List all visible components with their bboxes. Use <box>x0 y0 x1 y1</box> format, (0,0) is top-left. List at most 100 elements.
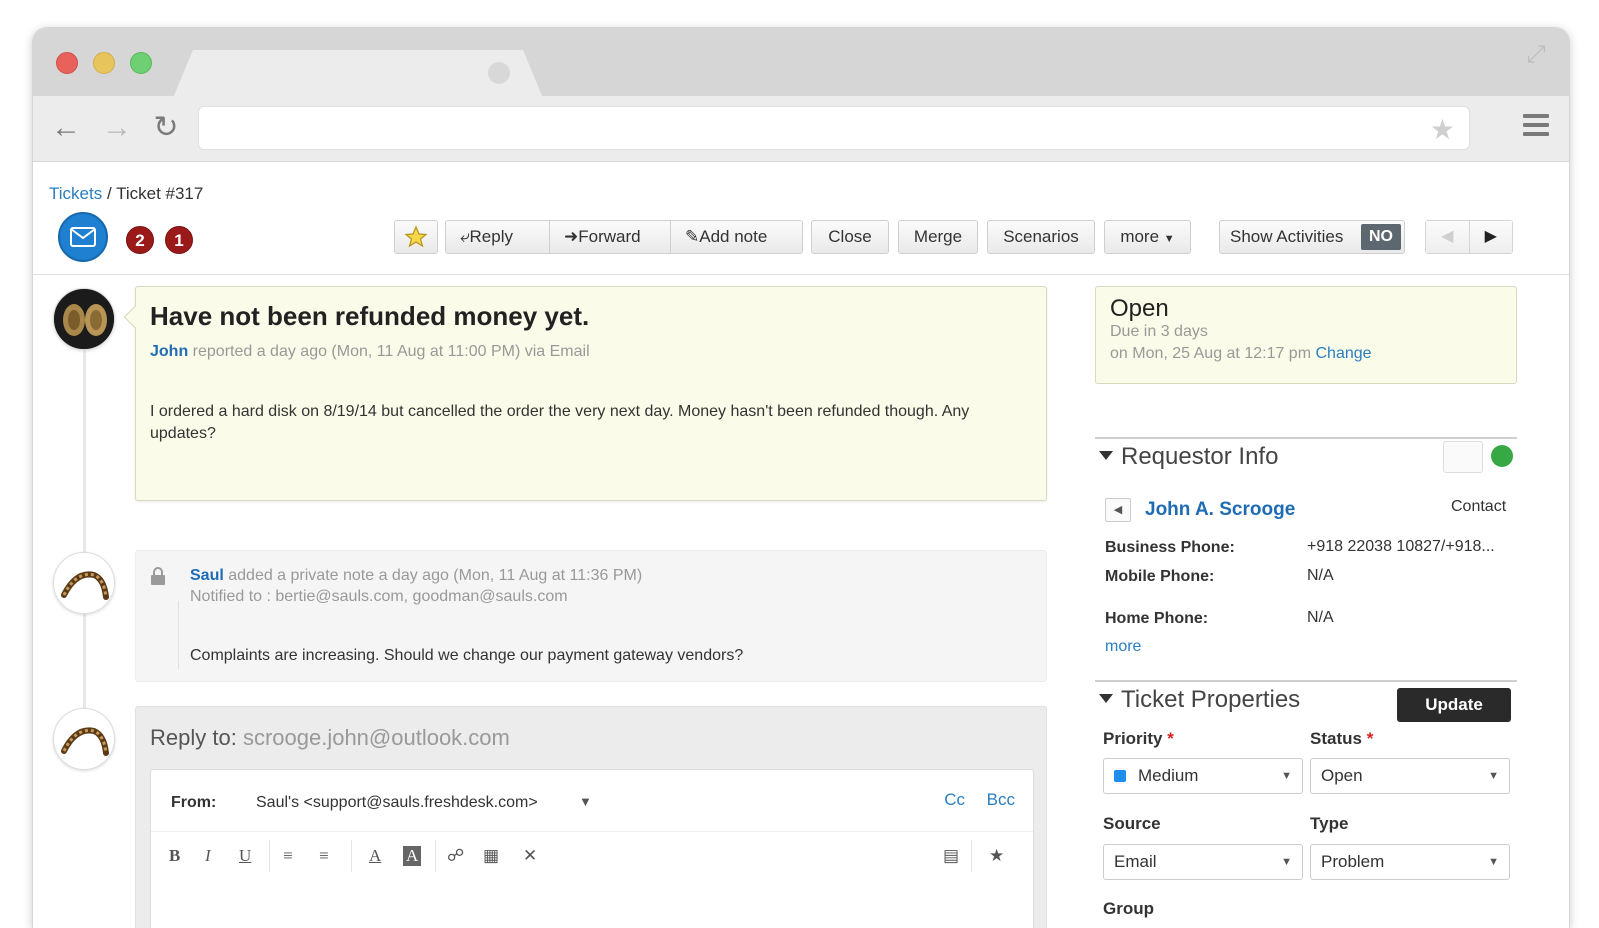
forward-arrow-icon[interactable]: → <box>99 110 135 146</box>
timeline-line <box>83 312 86 732</box>
count-badge[interactable]: 2 <box>126 226 154 254</box>
caret-down-icon: ▼ <box>1281 856 1292 868</box>
merge-button[interactable]: Merge <box>898 220 978 254</box>
home-phone-value: N/A <box>1307 609 1334 626</box>
browser-menu-icon[interactable] <box>1523 114 1549 140</box>
note-meta: Saul added a private note a day ago (Mon… <box>190 567 643 605</box>
fullscreen-icon[interactable]: ⤢ <box>1523 42 1549 68</box>
scenarios-button[interactable]: Scenarios <box>987 220 1095 254</box>
home-phone-label: Home Phone: <box>1105 610 1209 627</box>
source-label: Source <box>1103 814 1161 833</box>
ticket-subject: Have not been refunded money yet. <box>150 301 590 331</box>
browser-toolbar: ← → ↻ ★ <box>33 96 1569 162</box>
forward-arrow-icon: ➜ <box>564 227 579 246</box>
close-window-button[interactable] <box>56 52 78 74</box>
address-bar[interactable]: ★ <box>198 106 1470 150</box>
close-ticket-button[interactable]: Close <box>811 220 889 254</box>
priority-color-icon <box>1114 770 1126 782</box>
star-icon <box>404 225 428 248</box>
section-title: Requestor Info <box>1121 443 1279 470</box>
ticket-pager: ◀ ▶ <box>1425 220 1513 254</box>
social-profile-icon[interactable] <box>1443 441 1483 473</box>
email-source-icon <box>58 212 108 262</box>
group-label: Group <box>1103 899 1154 918</box>
reload-icon[interactable]: ↻ <box>148 110 184 146</box>
numbered-list-icon[interactable]: ≡ <box>319 846 329 866</box>
toggle-state: NO <box>1361 224 1401 250</box>
source-select[interactable]: Email ▼ <box>1103 844 1303 880</box>
bcc-link[interactable]: Bcc <box>987 790 1015 810</box>
maximize-window-button[interactable] <box>130 52 152 74</box>
helpdesk-app: Tickets / Ticket #317 2 1 ⤶Reply ➜Forwar… <box>33 162 1569 928</box>
business-phone-label: Business Phone: <box>1105 539 1235 556</box>
note-body: Complaints are increasing. Should we cha… <box>190 647 744 664</box>
more-dropdown-button[interactable]: more ▼ <box>1104 220 1191 254</box>
section-title: Ticket Properties <box>1121 686 1301 713</box>
forward-button[interactable]: ➜Forward <box>550 221 671 253</box>
underline-icon[interactable]: U <box>239 846 251 866</box>
status-due-date: on Mon, 25 Aug at 12:17 pm Change <box>1110 345 1372 362</box>
back-arrow-icon[interactable]: ← <box>48 110 84 146</box>
star-ticket-button[interactable] <box>394 220 438 254</box>
breadcrumb: Tickets / Ticket #317 <box>49 184 203 204</box>
title-bar: ⤢ <box>33 28 1569 98</box>
ticket-description: Have not been refunded money yet. John r… <box>123 286 1047 501</box>
reply-composer: Reply to: scrooge.john@outlook.com From:… <box>135 706 1047 928</box>
change-due-link[interactable]: Change <box>1315 345 1371 362</box>
requester-link[interactable]: John <box>150 343 188 360</box>
reply-editor[interactable]: From: Saul's <support@sauls.freshdesk.co… <box>150 769 1034 928</box>
breadcrumb-separator: / <box>102 184 117 203</box>
lock-icon <box>151 567 165 585</box>
from-select[interactable]: Saul's <support@sauls.freshdesk.com> <box>256 794 538 812</box>
collapse-triangle-icon[interactable] <box>1099 694 1113 703</box>
reply-arrow-icon: ⤶ <box>460 227 470 246</box>
mobile-phone-label: Mobile Phone: <box>1105 568 1215 585</box>
previous-ticket-icon[interactable]: ◀ <box>1426 221 1470 253</box>
status-select[interactable]: Open ▼ <box>1310 758 1510 794</box>
background-color-icon[interactable]: A <box>403 846 422 866</box>
note-author-link[interactable]: Saul <box>190 567 224 584</box>
canned-response-icon[interactable]: ★ <box>989 846 1004 866</box>
count-badge[interactable]: 1 <box>165 226 193 254</box>
status-due: Due in 3 days <box>1110 323 1208 340</box>
bold-icon[interactable]: B <box>169 846 180 866</box>
font-color-icon[interactable]: A <box>369 846 381 866</box>
remove-format-icon[interactable]: ✕ <box>523 846 537 866</box>
tab-close-icon[interactable] <box>488 62 510 84</box>
cc-link[interactable]: Cc <box>944 790 965 810</box>
contact-toggle-icon[interactable]: ◀ <box>1105 498 1131 522</box>
integration-icon[interactable] <box>1491 445 1513 467</box>
from-label: From: <box>171 794 217 811</box>
bookmark-star-icon[interactable]: ★ <box>1430 113 1455 146</box>
reply-button[interactable]: ⤶Reply <box>446 221 550 253</box>
link-icon[interactable]: ☍ <box>447 846 464 866</box>
add-note-button[interactable]: ✎Add note <box>671 221 802 253</box>
priority-label: Priority * <box>1103 729 1174 748</box>
priority-select[interactable]: Medium ▼ <box>1103 758 1303 794</box>
ticket-status-box: Open Due in 3 days on Mon, 25 Aug at 12:… <box>1095 286 1517 384</box>
requestor-info-header[interactable]: Requestor Info <box>1095 437 1517 477</box>
browser-window: ⤢ ← → ↻ ★ Tickets / Ticket #317 2 1 ⤶Rep… <box>33 28 1569 928</box>
note-icon: ✎ <box>685 227 700 246</box>
more-link[interactable]: more <box>1105 638 1141 656</box>
italic-icon[interactable]: I <box>205 846 211 866</box>
reply-action-group: ⤶Reply ➜Forward ✎Add note <box>445 220 803 254</box>
next-ticket-icon[interactable]: ▶ <box>1469 221 1512 253</box>
collapse-triangle-icon[interactable] <box>1099 451 1113 460</box>
minimize-window-button[interactable] <box>93 52 115 74</box>
type-select[interactable]: Problem ▼ <box>1310 844 1510 880</box>
image-icon[interactable]: ▦ <box>483 846 499 866</box>
breadcrumb-tickets-link[interactable]: Tickets <box>49 184 102 203</box>
mobile-phone-value: N/A <box>1307 567 1334 584</box>
caret-down-icon[interactable]: ▼ <box>579 794 592 809</box>
ticket-meta: John reported a day ago (Mon, 11 Aug at … <box>150 343 590 360</box>
update-button[interactable]: Update <box>1397 688 1511 722</box>
knowledge-base-icon[interactable]: ▤ <box>943 846 959 866</box>
show-activities-toggle[interactable]: Show Activities NO <box>1219 220 1405 254</box>
contact-name-link[interactable]: John A. Scrooge <box>1145 499 1295 521</box>
caret-down-icon: ▼ <box>1281 770 1292 782</box>
bullet-list-icon[interactable]: ≡ <box>283 846 293 866</box>
caret-down-icon: ▼ <box>1488 770 1499 782</box>
breadcrumb-current: Ticket #317 <box>116 184 204 203</box>
type-label: Type <box>1310 814 1349 833</box>
